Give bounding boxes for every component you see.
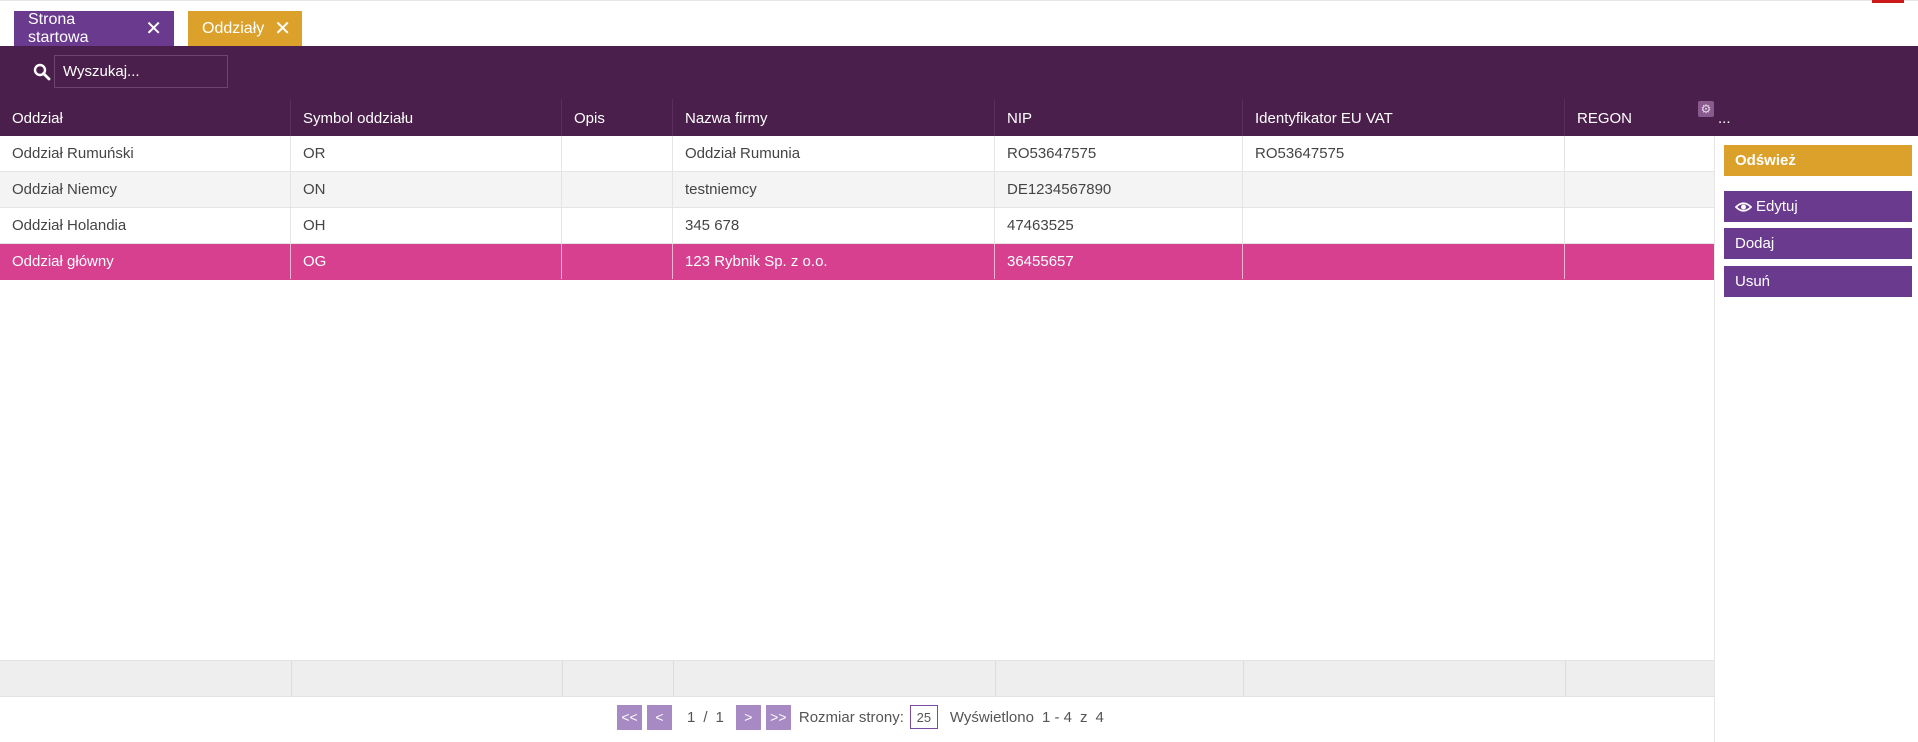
search-icon (33, 63, 51, 81)
gear-icon[interactable]: ⚙ (1698, 101, 1714, 117)
shown-range: 1 - 4 (1041, 708, 1072, 726)
panel-divider (1714, 136, 1715, 742)
edit-button[interactable]: Edytuj (1724, 191, 1912, 222)
column-header-branch[interactable]: Oddział (0, 99, 291, 136)
current-page: 1 (687, 708, 696, 726)
toolbar (0, 46, 1918, 100)
table-row[interactable]: Oddział Rumuński OR Oddział Rumunia RO53… (0, 136, 1714, 172)
page-size-input[interactable]: 25 (909, 705, 938, 729)
table-row-selected[interactable]: Oddział główny OG 123 Rybnik Sp. z o.o. … (0, 244, 1714, 280)
cell-nip: DE1234567890 (995, 172, 1243, 207)
corner-indicator (1872, 0, 1904, 3)
of-label: z (1079, 708, 1088, 726)
cell-symbol: OR (291, 136, 562, 171)
shown-total: 4 (1095, 708, 1104, 726)
pagination: << < 1 / 1 > >> Rozmiar strony: 25 Wyświ… (617, 704, 1108, 730)
cell-eu-vat (1243, 244, 1565, 279)
table-header: Oddział Symbol oddziału Opis Nazwa firmy… (0, 99, 1918, 136)
cell-company-name: 345 678 (673, 208, 995, 243)
total-pages: 1 (715, 708, 724, 726)
add-button[interactable]: Dodaj (1724, 228, 1912, 259)
edit-label: Edytuj (1756, 198, 1798, 215)
column-header-eu-vat[interactable]: Identyfikator EU VAT (1243, 99, 1565, 136)
cell-company-name: Oddział Rumunia (673, 136, 995, 171)
column-header-description[interactable]: Opis (562, 99, 673, 136)
cell-branch: Oddział Niemcy (0, 172, 291, 207)
table-body: Oddział Rumuński OR Oddział Rumunia RO53… (0, 136, 1714, 280)
cell-regon (1565, 244, 1714, 279)
page-separator: / (703, 708, 708, 726)
tab-branches[interactable]: Oddziały ✕ (188, 11, 302, 46)
eye-icon (1735, 201, 1752, 212)
cell-description (562, 172, 673, 207)
cell-branch: Oddział główny (0, 244, 291, 279)
close-icon[interactable]: ✕ (274, 19, 291, 39)
column-header-regon[interactable]: REGON (1565, 99, 1714, 136)
cell-eu-vat: RO53647575 (1243, 136, 1565, 171)
refresh-button[interactable]: Odśwież (1724, 145, 1912, 176)
top-border (0, 0, 1918, 1)
tab-label: Oddziały (202, 19, 265, 37)
table-row[interactable]: Oddział Niemcy ON testniemcy DE123456789… (0, 172, 1714, 208)
cell-nip: RO53647575 (995, 136, 1243, 171)
column-header-nip[interactable]: NIP (995, 99, 1243, 136)
cell-company-name: testniemcy (673, 172, 995, 207)
cell-regon (1565, 208, 1714, 243)
cell-description (562, 136, 673, 171)
delete-label: Usuń (1735, 273, 1771, 290)
search-input[interactable] (54, 55, 228, 88)
summary-cell (995, 661, 1244, 696)
cell-branch: Oddział Rumuński (0, 136, 291, 171)
summary-cell (1243, 661, 1566, 696)
cell-nip: 36455657 (995, 244, 1243, 279)
cell-regon (1565, 172, 1714, 207)
tab-label: Strona startowa (28, 10, 89, 46)
tab-bar: Strona startowa ✕ Oddziały ✕ (14, 11, 302, 46)
summary-cell (0, 661, 292, 696)
cell-eu-vat (1243, 208, 1565, 243)
add-label: Dodaj (1735, 235, 1775, 252)
cell-description (562, 244, 673, 279)
column-header-symbol[interactable]: Symbol oddziału (291, 99, 562, 136)
delete-button[interactable]: Usuń (1724, 266, 1912, 297)
summary-cell (673, 661, 996, 696)
first-page-button[interactable]: << (617, 704, 642, 730)
column-header-company-name[interactable]: Nazwa firmy (673, 99, 995, 136)
page-size-label: Rozmiar strony: (798, 708, 904, 726)
last-page-button[interactable]: >> (765, 704, 791, 730)
shown-label: Wyświetlono (949, 708, 1034, 726)
tab-start-page[interactable]: Strona startowa ✕ (14, 11, 174, 46)
cell-eu-vat (1243, 172, 1565, 207)
cell-regon (1565, 136, 1714, 171)
cell-symbol: ON (291, 172, 562, 207)
cell-branch: Oddział Holandia (0, 208, 291, 243)
summary-cell (291, 661, 563, 696)
close-icon[interactable]: ✕ (145, 19, 162, 39)
cell-nip: 47463525 (995, 208, 1243, 243)
cell-symbol: OH (291, 208, 562, 243)
table-row[interactable]: Oddział Holandia OH 345 678 47463525 (0, 208, 1714, 244)
cell-company-name: 123 Rybnik Sp. z o.o. (673, 244, 995, 279)
cell-symbol: OG (291, 244, 562, 279)
refresh-label: Odśwież (1735, 152, 1796, 169)
table-summary-row (0, 660, 1714, 697)
next-page-button[interactable]: > (735, 704, 761, 730)
summary-cell (562, 661, 674, 696)
more-columns[interactable]: ... (1718, 99, 1731, 138)
cell-description (562, 208, 673, 243)
prev-page-button[interactable]: < (647, 704, 672, 730)
